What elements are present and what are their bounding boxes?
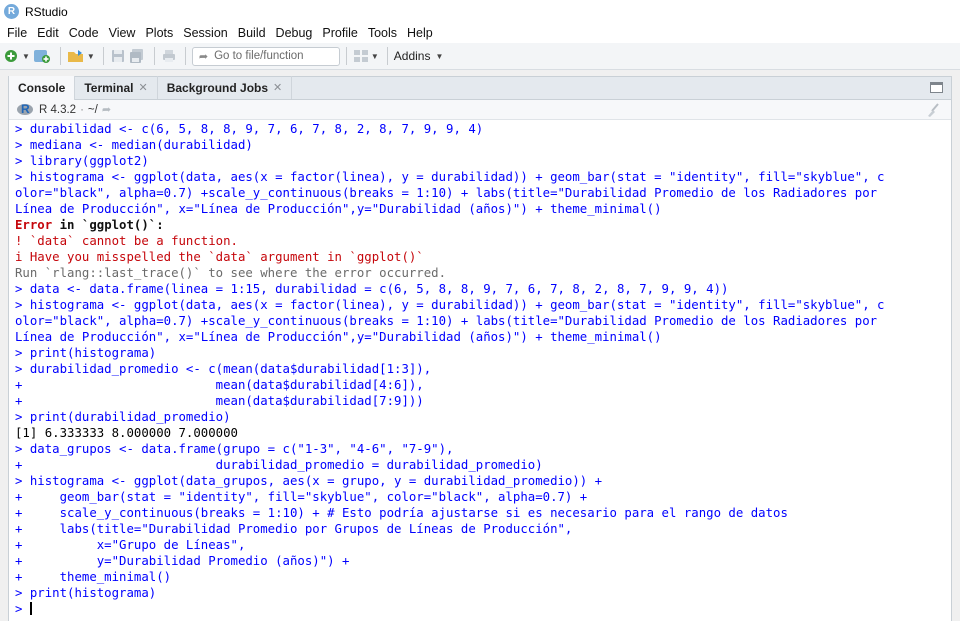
- console-command-line: > data_grupos <- data.frame(grupo = c("1…: [15, 442, 454, 456]
- console-command-line: > print(histograma): [15, 346, 157, 360]
- console-header: R R 4.3.2 · ~/ ➦: [9, 100, 951, 120]
- toolbar-divider: [102, 47, 104, 65]
- console-command-line: + y="Durabilidad Promedio (años)") +: [15, 554, 350, 568]
- console-error-line: ! `data` cannot be a function.: [15, 234, 238, 248]
- toolbar-divider: [153, 47, 155, 65]
- print-button[interactable]: [161, 46, 177, 66]
- chevron-down-icon: ▼: [22, 51, 30, 61]
- save-button[interactable]: [110, 46, 126, 66]
- menu-bar: File Edit Code View Plots Session Build …: [0, 23, 960, 43]
- tab-console-label: Console: [18, 81, 66, 95]
- open-file-button[interactable]: ▼: [67, 46, 95, 66]
- tab-background-jobs[interactable]: Background Jobs ✕: [158, 76, 293, 99]
- save-all-icon: [129, 49, 143, 63]
- print-icon: [162, 50, 175, 62]
- addins-button[interactable]: Addins ▼: [394, 49, 444, 63]
- menu-tools[interactable]: Tools: [363, 26, 402, 40]
- console-command-line: > durabilidad_promedio <- c(mean(data$du…: [15, 362, 432, 376]
- folder-open-icon: [67, 50, 83, 62]
- tab-console[interactable]: Console: [9, 76, 76, 100]
- console-command-line: > print(durabilidad_promedio): [15, 410, 231, 424]
- console-command-line: Línea de Producción", x="Línea de Produc…: [15, 330, 662, 344]
- tab-terminal-label: Terminal: [84, 80, 134, 95]
- console-command-line: > print(histograma): [15, 586, 157, 600]
- console-output-line: [1] 6.333333 8.000000 7.000000: [15, 426, 238, 440]
- toolbar-divider: [59, 47, 61, 65]
- rstudio-logo-icon: R: [4, 4, 19, 19]
- console-command-line: > durabilidad <- c(6, 5, 8, 8, 9, 7, 6, …: [15, 122, 484, 136]
- save-icon: [111, 50, 124, 62]
- console-prompt: >: [15, 602, 30, 616]
- chevron-down-icon: ▼: [435, 51, 444, 61]
- working-directory[interactable]: ~/: [88, 104, 98, 116]
- new-project-button[interactable]: [32, 46, 52, 66]
- chevron-down-icon: ▼: [86, 51, 95, 61]
- go-to-file-input[interactable]: ➦ Go to file/function: [191, 46, 340, 66]
- console-command-line: > library(ggplot2): [15, 154, 149, 168]
- console-note-line: Run `rlang::last_trace()` to see where t…: [15, 266, 447, 280]
- tab-background-jobs-label: Background Jobs: [166, 80, 269, 95]
- new-file-icon: [5, 50, 17, 62]
- console-command-line: + mean(data$durabilidad[4:6]),: [15, 378, 424, 392]
- go-to-file-placeholder: Go to file/function: [214, 50, 304, 62]
- menu-view[interactable]: View: [104, 26, 141, 40]
- workspace-panes-button[interactable]: ▼: [353, 46, 379, 66]
- console-command-line: + geom_bar(stat = "identity", fill="skyb…: [15, 490, 588, 504]
- console-command-line: > histograma <- ggplot(data, aes(x = fac…: [15, 298, 885, 312]
- maximize-pane-icon[interactable]: [930, 82, 943, 93]
- error-context: in `ggplot()`:: [52, 218, 164, 232]
- title-bar: R RStudio: [0, 0, 960, 23]
- console-command-line: > histograma <- ggplot(data_grupos, aes(…: [15, 474, 603, 488]
- pane-tab-bar: Console Terminal ✕ Background Jobs ✕: [9, 76, 951, 100]
- console-command-line: > mediana <- median(durabilidad): [15, 138, 253, 152]
- console-command-line: > histograma <- ggplot(data, aes(x = fac…: [15, 170, 885, 184]
- text-cursor: [29, 602, 32, 615]
- toolbar-divider: [345, 47, 347, 65]
- main-toolbar: ▼ ▼ ➦ Go to file/function ▼ Addins ▼: [0, 43, 960, 70]
- new-file-button[interactable]: ▼: [4, 46, 30, 66]
- console-command-line: + durabilidad_promedio = durabilidad_pro…: [15, 458, 543, 472]
- menu-file[interactable]: File: [2, 26, 32, 40]
- console-command-line: olor="black", alpha=0.7) +scale_y_contin…: [15, 314, 878, 328]
- console-error-line: i Have you misspelled the `data` argumen…: [15, 250, 424, 264]
- separator: ·: [80, 103, 84, 116]
- console-command-line: > data <- data.frame(linea = 1:15, durab…: [15, 282, 729, 296]
- close-icon[interactable]: ✕: [273, 81, 282, 94]
- grid-icon: [353, 50, 368, 62]
- new-project-icon: [33, 50, 50, 63]
- addins-label: Addins: [393, 49, 431, 63]
- r-logo-icon: R: [17, 102, 33, 116]
- console-command-line: + theme_minimal(): [15, 570, 172, 584]
- console-command-line: + labs(title="Durabilidad Promedio por G…: [15, 522, 573, 536]
- menu-profile[interactable]: Profile: [317, 26, 362, 40]
- console-line: Error in `ggplot()`:: [15, 217, 951, 233]
- save-all-button[interactable]: [128, 46, 146, 66]
- toolbar-divider: [184, 47, 186, 65]
- error-label: Error: [15, 218, 53, 232]
- go-to-arrow-icon: ➦: [198, 50, 209, 63]
- menu-help[interactable]: Help: [402, 26, 438, 40]
- console-command-line: olor="black", alpha=0.7) +scale_y_contin…: [15, 186, 878, 200]
- tab-terminal[interactable]: Terminal ✕: [75, 76, 158, 99]
- close-icon[interactable]: ✕: [138, 81, 147, 94]
- toolbar-divider: [386, 47, 388, 65]
- console-pane: Console Terminal ✕ Background Jobs ✕ R R…: [8, 76, 952, 621]
- console-command-line: + x="Grupo de Líneas",: [15, 538, 246, 552]
- menu-debug[interactable]: Debug: [271, 26, 318, 40]
- menu-code[interactable]: Code: [64, 26, 104, 40]
- console-line: >: [15, 601, 951, 617]
- console-output[interactable]: > durabilidad <- c(6, 5, 8, 8, 9, 7, 6, …: [9, 121, 951, 621]
- menu-plots[interactable]: Plots: [140, 26, 178, 40]
- console-command-line: + scale_y_continuous(breaks = 1:10) + # …: [15, 506, 788, 520]
- window-title: RStudio: [25, 4, 68, 19]
- clear-console-broom-icon[interactable]: [925, 103, 941, 117]
- menu-edit[interactable]: Edit: [32, 26, 64, 40]
- console-command-line: + mean(data$durabilidad[7:9])): [15, 394, 424, 408]
- console-command-line: Línea de Producción", x="Línea de Produc…: [15, 202, 662, 216]
- chevron-down-icon: ▼: [370, 51, 379, 61]
- menu-session[interactable]: Session: [178, 26, 232, 40]
- go-to-directory-icon[interactable]: ➦: [102, 103, 111, 116]
- r-version: R 4.3.2: [39, 103, 77, 116]
- menu-build[interactable]: Build: [233, 26, 271, 40]
